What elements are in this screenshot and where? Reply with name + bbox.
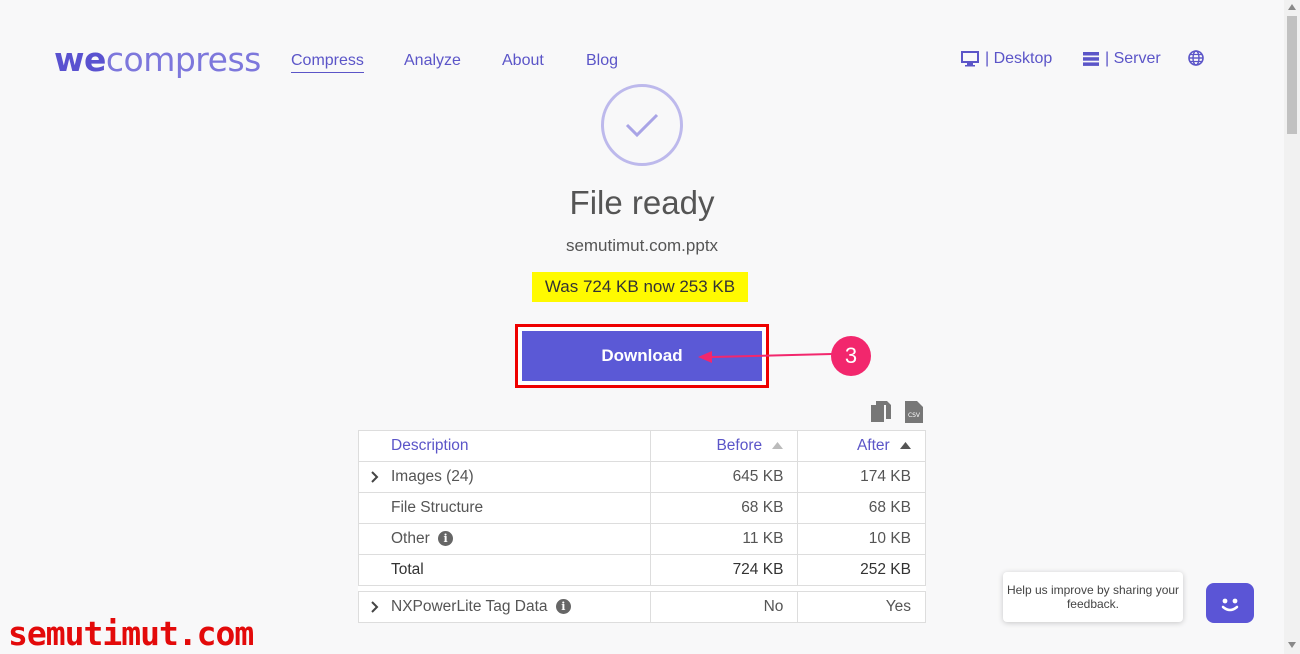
table-header-row: Description Before After <box>358 430 926 462</box>
row-after: 252 KB <box>797 554 926 586</box>
page-title: File ready <box>569 184 715 221</box>
table-row: File Structure 68 KB 68 KB <box>358 492 926 524</box>
compression-results-table: Description Before After Images (24) 645… <box>358 430 926 623</box>
feedback-bot-button[interactable] <box>1206 583 1254 623</box>
row-description: File Structure <box>358 492 651 524</box>
row-label: Other <box>391 530 430 547</box>
desktop-link[interactable]: | Desktop <box>961 50 1052 68</box>
sort-asc-icon <box>900 442 911 450</box>
row-before: 11 KB <box>649 523 799 555</box>
download-highlight-frame: Download <box>515 324 769 388</box>
nav-about[interactable]: About <box>502 52 544 70</box>
scrollbar-thumb[interactable] <box>1287 16 1297 134</box>
feedback-bubble[interactable]: Help us improve by sharing your feedback… <box>1003 572 1183 622</box>
col-after[interactable]: After <box>797 430 926 462</box>
info-icon[interactable]: i <box>555 599 571 615</box>
nav-analyze[interactable]: Analyze <box>404 52 461 70</box>
table-actions: CSV <box>870 400 924 424</box>
success-check-icon <box>601 84 683 166</box>
nav-compress[interactable]: Compress <box>291 52 364 73</box>
row-after: 68 KB <box>797 492 926 524</box>
table-row: Other i 11 KB 10 KB <box>358 523 926 555</box>
svg-text:CSV: CSV <box>908 412 921 419</box>
row-before: 724 KB <box>649 554 799 586</box>
download-button[interactable]: Download <box>522 331 762 381</box>
server-label: | Server <box>1105 50 1161 67</box>
language-selector[interactable] <box>1188 50 1204 66</box>
table-row[interactable]: NXPowerLite Tag Data i No Yes <box>358 591 926 623</box>
table-row-total: Total 724 KB 252 KB <box>358 554 926 586</box>
col-before[interactable]: Before <box>649 430 799 462</box>
chevron-right-icon[interactable] <box>371 601 379 613</box>
row-label: Images (24) <box>391 468 474 485</box>
server-icon <box>1083 52 1099 66</box>
col-description[interactable]: Description <box>358 430 651 462</box>
row-after: Yes <box>797 591 926 623</box>
row-before: 645 KB <box>649 461 799 493</box>
wecompress-logo[interactable]: wecompress <box>54 40 261 79</box>
chevron-right-icon[interactable] <box>371 471 379 483</box>
row-after: 10 KB <box>797 523 926 555</box>
smiley-chat-icon <box>1221 598 1239 612</box>
size-summary: Was 724 KB now 253 KB <box>532 272 748 302</box>
table-row[interactable]: Images (24) 645 KB 174 KB <box>358 461 926 493</box>
row-label: NXPowerLite Tag Data <box>391 598 548 615</box>
server-link[interactable]: | Server <box>1083 50 1161 68</box>
scroll-up-arrow-icon[interactable] <box>1288 4 1296 10</box>
row-description: NXPowerLite Tag Data i <box>358 591 651 623</box>
globe-icon <box>1188 50 1204 66</box>
copy-icon[interactable] <box>870 400 892 424</box>
row-before: No <box>649 591 799 623</box>
col-after-label: After <box>856 437 890 454</box>
row-description: Images (24) <box>358 461 651 493</box>
desktop-label: | Desktop <box>985 50 1053 67</box>
row-after: 174 KB <box>797 461 926 493</box>
sort-asc-icon <box>772 442 784 450</box>
logo-bold-part: we <box>54 40 106 79</box>
monitor-icon <box>961 51 979 67</box>
info-icon[interactable]: i <box>438 531 454 547</box>
row-before: 68 KB <box>649 492 799 524</box>
row-description: Total <box>358 554 651 586</box>
page-scrollbar[interactable] <box>1284 0 1300 654</box>
col-before-label: Before <box>716 437 763 454</box>
csv-download-icon[interactable]: CSV <box>904 400 924 424</box>
step-number-badge: 3 <box>831 336 871 376</box>
file-name: semutimut.com.pptx <box>565 236 719 255</box>
scroll-down-arrow-icon[interactable] <box>1288 642 1296 648</box>
watermark-text: semutimut.com <box>8 614 254 653</box>
nav-blog[interactable]: Blog <box>586 52 618 70</box>
row-description: Other i <box>358 523 651 555</box>
logo-light-part: compress <box>105 40 261 79</box>
